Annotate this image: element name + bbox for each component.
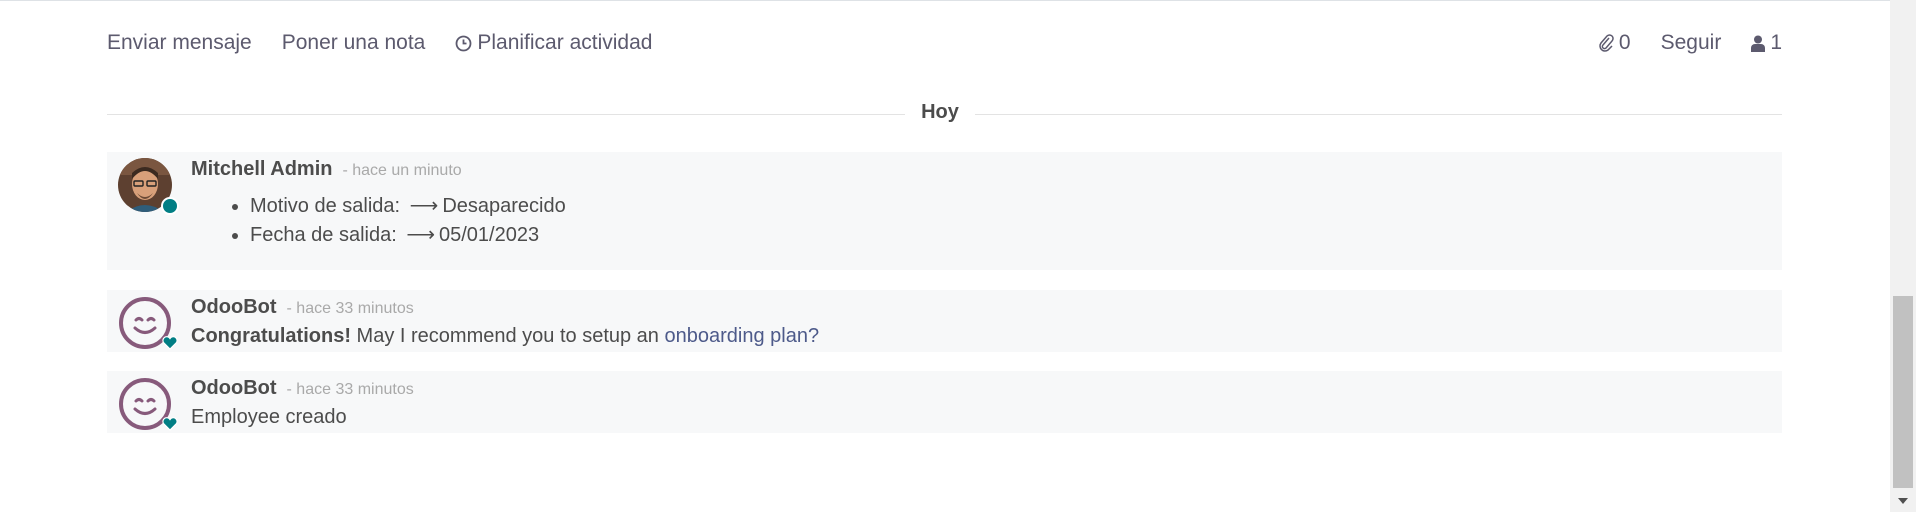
follow-label: Seguir	[1660, 31, 1722, 54]
scrollbar-thumb[interactable]	[1893, 296, 1913, 488]
tracking-field: Fecha de salida:	[250, 224, 397, 246]
attachments-count: 0	[1618, 31, 1631, 54]
message-bold-text: Congratulations!	[191, 325, 351, 347]
message-text: May I recommend you to setup an	[351, 325, 665, 347]
followers-button[interactable]: 1	[1751, 31, 1782, 55]
tracking-value-item: Fecha de salida: ⟶05/01/2023	[250, 221, 566, 250]
schedule-activity-label: Planificar actividad	[477, 31, 653, 54]
chatter-topbar: Enviar mensaje Poner una nota Planificar…	[107, 26, 1782, 60]
follow-button[interactable]: Seguir	[1661, 31, 1722, 55]
send-message-button[interactable]: Enviar mensaje	[107, 31, 252, 55]
paperclip-icon	[1598, 34, 1614, 52]
message-header: OdooBot - hace 33 minutos	[191, 296, 414, 319]
vertical-scrollbar[interactable]	[1890, 0, 1916, 512]
schedule-activity-button[interactable]: Planificar actividad	[455, 31, 652, 55]
user-icon	[1751, 35, 1766, 52]
message-item[interactable]: Mitchell Admin - hace un minuto Motivo d…	[107, 152, 1782, 270]
arrow-right-icon: ⟶	[409, 195, 439, 217]
followers-count: 1	[1770, 31, 1782, 54]
log-note-button[interactable]: Poner una nota	[282, 31, 426, 55]
message-item[interactable]: OdooBot - hace 33 minutos Employee cread…	[107, 371, 1782, 433]
attachments-button[interactable]: 0	[1598, 31, 1631, 55]
avatar[interactable]	[117, 157, 179, 215]
online-status-icon	[161, 197, 179, 215]
avatar[interactable]	[117, 295, 178, 351]
tracking-value-item: Motivo de salida: ⟶Desaparecido	[250, 192, 566, 221]
heart-icon	[162, 417, 178, 436]
message-body: Congratulations! May I recommend you to …	[191, 325, 819, 348]
message-header: OdooBot - hace 33 minutos	[191, 377, 414, 400]
tracking-new-value: Desaparecido	[442, 195, 566, 217]
message-date: - hace un minuto	[342, 162, 462, 179]
message-date: - hace 33 minutos	[286, 381, 414, 398]
clock-icon	[455, 35, 472, 52]
onboarding-plan-link[interactable]: onboarding plan?	[665, 325, 820, 347]
date-separator-label: Hoy	[905, 101, 975, 124]
avatar[interactable]	[117, 376, 178, 432]
message-item[interactable]: OdooBot - hace 33 minutos Congratulation…	[107, 290, 1782, 352]
tracking-new-value: 05/01/2023	[439, 224, 540, 246]
arrow-right-icon: ⟶	[406, 224, 435, 246]
heart-icon	[162, 336, 178, 355]
topbar-right: 0 Seguir 1	[1568, 31, 1782, 55]
send-message-label: Enviar mensaje	[107, 31, 252, 54]
message-author[interactable]: Mitchell Admin	[191, 158, 332, 181]
tracking-field: Motivo de salida:	[250, 195, 401, 217]
message-author[interactable]: OdooBot	[191, 296, 277, 319]
message-header: Mitchell Admin - hace un minuto	[191, 158, 462, 181]
scroll-down-arrow-icon[interactable]	[1898, 498, 1908, 504]
message-date: - hace 33 minutos	[286, 300, 414, 317]
message-body: Employee creado	[191, 406, 347, 428]
message-author[interactable]: OdooBot	[191, 377, 277, 400]
log-note-label: Poner una nota	[281, 31, 426, 54]
tracking-value-list: Motivo de salida: ⟶Desaparecido Fecha de…	[191, 192, 566, 250]
top-border	[0, 0, 1890, 1]
